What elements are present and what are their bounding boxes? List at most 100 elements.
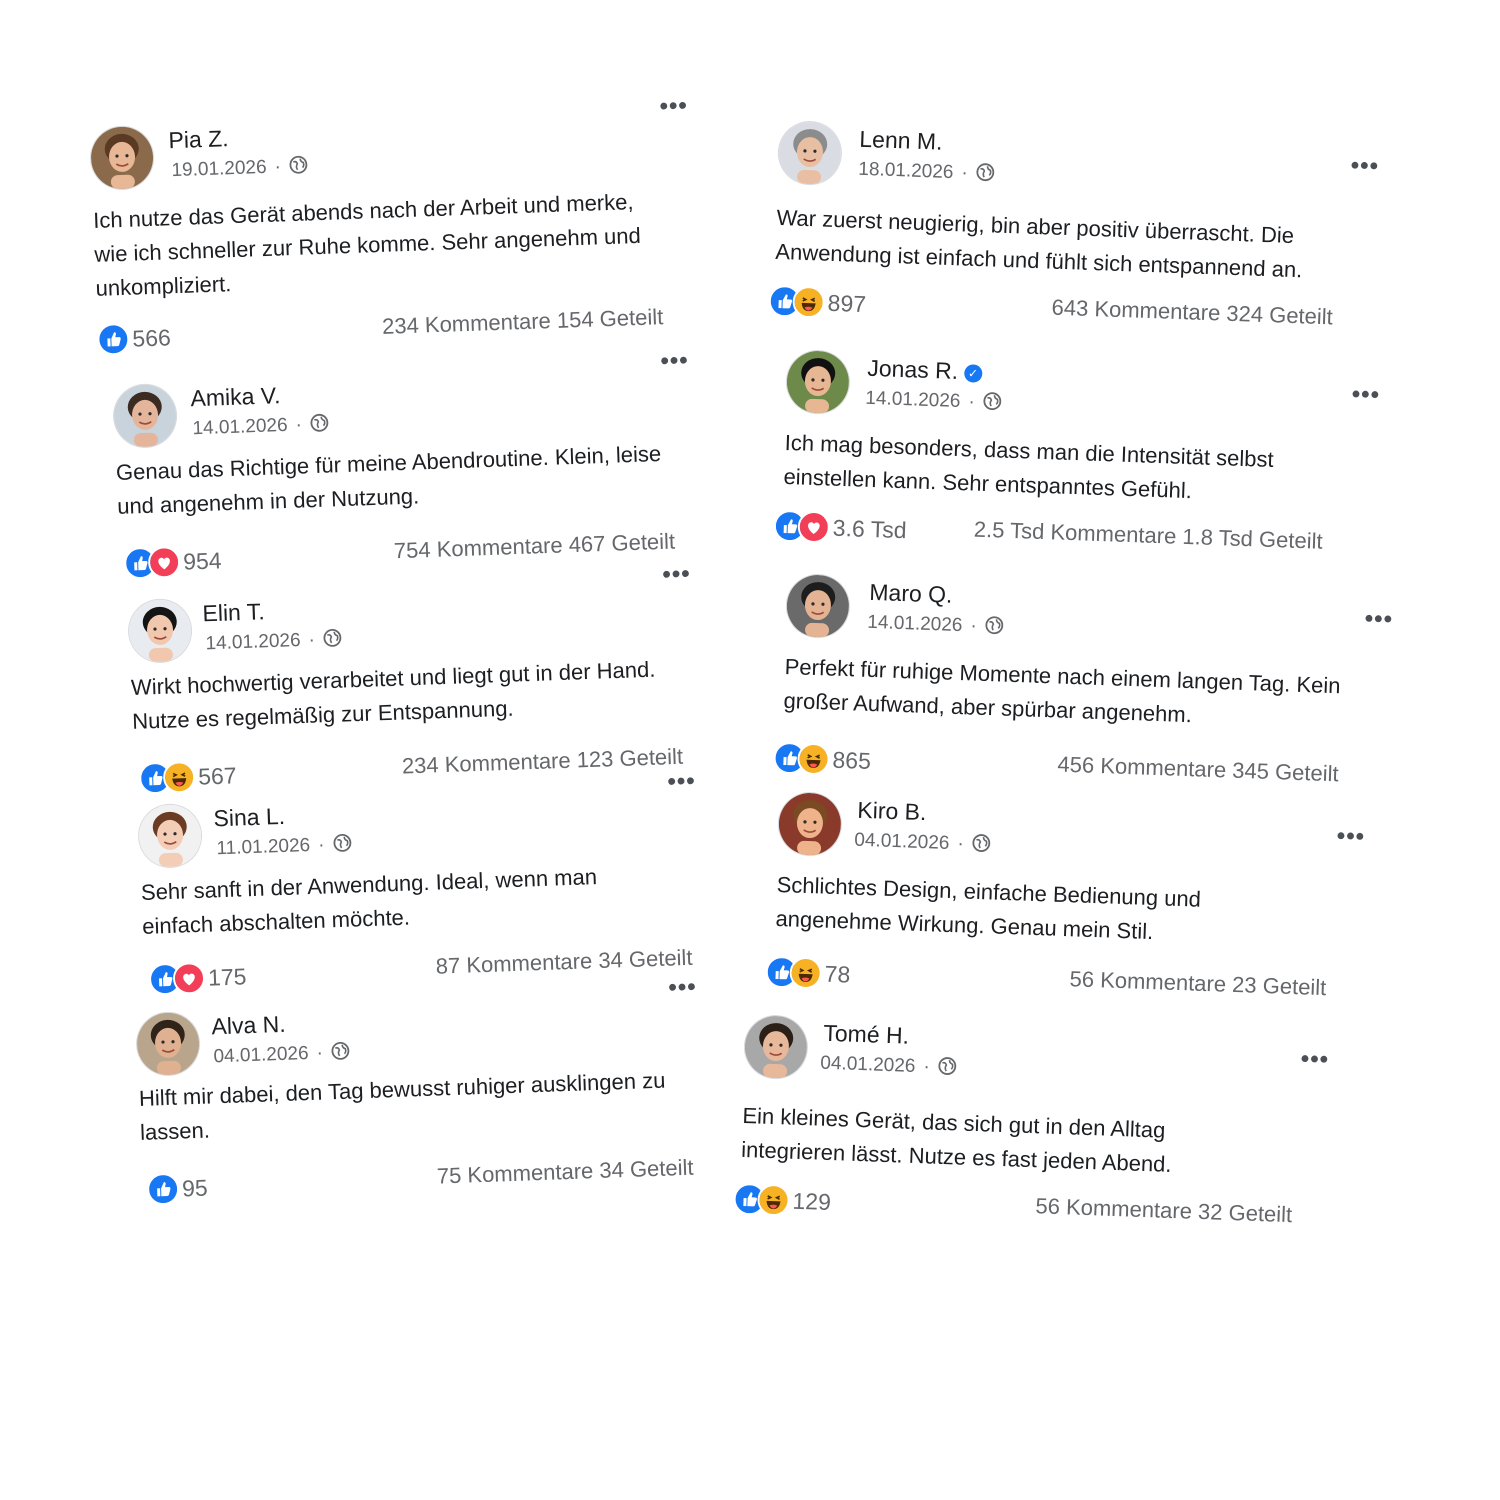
comments-shares-link[interactable]: 56 Kommentare 23 Geteilt bbox=[1069, 966, 1327, 1001]
more-options-button[interactable]: ••• bbox=[668, 973, 697, 1001]
more-options-button[interactable]: ••• bbox=[660, 347, 689, 375]
review-post: Kiro B. 04.01.2026 · ••• Schlichtes Desig… bbox=[765, 792, 1380, 1043]
comments-shares-link[interactable]: 234 Kommentare 154 Geteilt bbox=[382, 304, 664, 340]
more-options-button[interactable]: ••• bbox=[1336, 822, 1365, 850]
comments-shares-link[interactable]: 56 Kommentare 32 Geteilt bbox=[1035, 1193, 1293, 1228]
reaction-summary[interactable]: 865 bbox=[773, 741, 871, 776]
comments-shares-link[interactable]: 643 Kommentare 324 Geteilt bbox=[1051, 295, 1333, 331]
globe-icon bbox=[330, 1041, 351, 1062]
avatar[interactable] bbox=[777, 792, 842, 857]
post-meta: 14.01.2026 · bbox=[192, 412, 330, 440]
avatar[interactable] bbox=[136, 1011, 201, 1076]
avatar[interactable] bbox=[90, 125, 155, 190]
author-name-text: Amika V. bbox=[190, 382, 281, 412]
post-meta: 19.01.2026 · bbox=[171, 154, 309, 182]
post-date[interactable]: 19.01.2026 bbox=[171, 157, 267, 181]
reaction-count: 567 bbox=[197, 761, 237, 790]
comments-shares-link[interactable]: 2.5 Tsd Kommentare 1.8 Tsd Geteilt bbox=[973, 517, 1323, 555]
reaction-summary[interactable]: 567 bbox=[138, 759, 237, 795]
comments-shares-link[interactable]: 456 Kommentare 345 Geteilt bbox=[1057, 752, 1339, 788]
reaction-summary[interactable]: 3.6 Tsd bbox=[773, 509, 908, 545]
avatar[interactable] bbox=[743, 1015, 808, 1080]
post-meta: 14.01.2026 · bbox=[205, 628, 343, 656]
post-meta: 04.01.2026 · bbox=[854, 829, 992, 857]
post-text: Sehr sanft in der Anwendung. Ideal, wenn… bbox=[140, 864, 598, 939]
reaction-summary[interactable]: 95 bbox=[146, 1172, 209, 1206]
more-options-button[interactable]: ••• bbox=[659, 92, 688, 120]
reaction-count: 954 bbox=[182, 546, 222, 575]
haha-reaction-icon bbox=[757, 1183, 791, 1217]
reaction-count: 897 bbox=[827, 289, 867, 317]
author-name[interactable]: Kiro B. bbox=[857, 797, 927, 826]
avatar[interactable] bbox=[777, 121, 842, 186]
post-meta: 04.01.2026 · bbox=[820, 1052, 958, 1080]
author-name[interactable]: Jonas R. ✓ bbox=[867, 355, 983, 386]
author-name-text: Sina L. bbox=[213, 802, 286, 832]
author-name[interactable]: Alva N. bbox=[211, 1011, 286, 1041]
more-options-button[interactable]: ••• bbox=[1300, 1045, 1329, 1073]
avatar[interactable] bbox=[128, 598, 193, 663]
author-name[interactable]: Amika V. bbox=[190, 382, 281, 412]
post-date[interactable]: 18.01.2026 bbox=[858, 159, 954, 183]
avatar[interactable] bbox=[785, 350, 850, 415]
author-name[interactable]: Maro Q. bbox=[869, 579, 953, 609]
profile-photo bbox=[777, 121, 842, 186]
author-name[interactable]: Pia Z. bbox=[168, 125, 229, 154]
profile-photo bbox=[785, 574, 850, 639]
post-date[interactable]: 14.01.2026 bbox=[865, 388, 961, 412]
reaction-summary[interactable]: 897 bbox=[768, 284, 867, 319]
review-post: Amika V. 14.01.2026 · ••• Genau das Richt… bbox=[113, 347, 801, 616]
globe-icon bbox=[971, 833, 992, 854]
profile-photo bbox=[136, 1011, 201, 1076]
profile-photo bbox=[90, 125, 155, 190]
haha-reaction-icon bbox=[792, 285, 826, 319]
comments-shares-link[interactable]: 234 Kommentare 123 Geteilt bbox=[401, 744, 683, 780]
review-post: Lenn M. 18.01.2026 · ••• War zuerst neugi… bbox=[768, 121, 1500, 376]
comments-shares-link[interactable]: 87 Kommentare 34 Geteilt bbox=[435, 945, 693, 980]
profile-photo bbox=[785, 350, 850, 415]
globe-icon bbox=[937, 1056, 958, 1077]
post-meta: 11.01.2026 · bbox=[216, 833, 353, 861]
more-options-button[interactable]: ••• bbox=[667, 768, 696, 796]
review-post: Tomé H. 04.01.2026 · ••• Ein kleines Gerä… bbox=[733, 1015, 1356, 1266]
post-meta: 18.01.2026 · bbox=[858, 158, 996, 186]
reaction-summary[interactable]: 175 bbox=[148, 960, 247, 996]
post-date[interactable]: 14.01.2026 bbox=[192, 415, 288, 439]
reaction-summary[interactable]: 954 bbox=[123, 544, 222, 580]
author-name[interactable]: Elin T. bbox=[202, 598, 265, 627]
author-name-text: Kiro B. bbox=[856, 796, 927, 826]
comments-shares-link[interactable]: 754 Kommentare 467 Geteilt bbox=[393, 528, 675, 564]
author-name[interactable]: Sina L. bbox=[213, 803, 286, 832]
reaction-summary[interactable]: 566 bbox=[96, 321, 171, 356]
meta-separator: · bbox=[317, 834, 325, 856]
reaction-count: 129 bbox=[792, 1187, 832, 1215]
post-date[interactable]: 14.01.2026 bbox=[867, 612, 963, 636]
review-post: Jonas R. ✓ 14.01.2026 · ••• Ich mag besond… bbox=[773, 350, 1468, 604]
post-date[interactable]: 14.01.2026 bbox=[205, 630, 301, 654]
more-options-button[interactable]: ••• bbox=[1351, 381, 1380, 409]
post-date[interactable]: 04.01.2026 bbox=[820, 1053, 916, 1077]
more-options-button[interactable]: ••• bbox=[662, 560, 691, 588]
author-name[interactable]: Tomé H. bbox=[823, 1020, 909, 1050]
reaction-summary[interactable]: 129 bbox=[733, 1182, 832, 1217]
more-options-button[interactable]: ••• bbox=[1350, 152, 1379, 180]
comments-shares-link[interactable]: 75 Kommentare 34 Geteilt bbox=[436, 1155, 694, 1190]
author-name-text: Elin T. bbox=[202, 598, 266, 627]
globe-icon bbox=[288, 154, 309, 175]
post-date[interactable]: 11.01.2026 bbox=[216, 835, 310, 859]
post-meta: 14.01.2026 · bbox=[865, 387, 1003, 415]
reaction-count: 3.6 Tsd bbox=[832, 514, 908, 543]
post-date[interactable]: 04.01.2026 bbox=[213, 1043, 309, 1067]
avatar[interactable] bbox=[138, 803, 203, 868]
meta-separator: · bbox=[295, 414, 303, 436]
avatar[interactable] bbox=[113, 383, 178, 448]
review-post: Pia Z. 19.01.2026 · ••• Ich nutze das Ger… bbox=[90, 92, 778, 358]
reaction-summary[interactable]: 78 bbox=[765, 955, 851, 990]
post-text: Genau das Richtige für meine Abendroutin… bbox=[115, 440, 662, 519]
avatar[interactable] bbox=[785, 574, 850, 639]
post-date[interactable]: 04.01.2026 bbox=[854, 830, 950, 854]
globe-icon bbox=[982, 391, 1003, 412]
author-name[interactable]: Lenn M. bbox=[859, 126, 943, 156]
love-reaction-icon bbox=[147, 545, 181, 579]
more-options-button[interactable]: ••• bbox=[1364, 605, 1393, 633]
